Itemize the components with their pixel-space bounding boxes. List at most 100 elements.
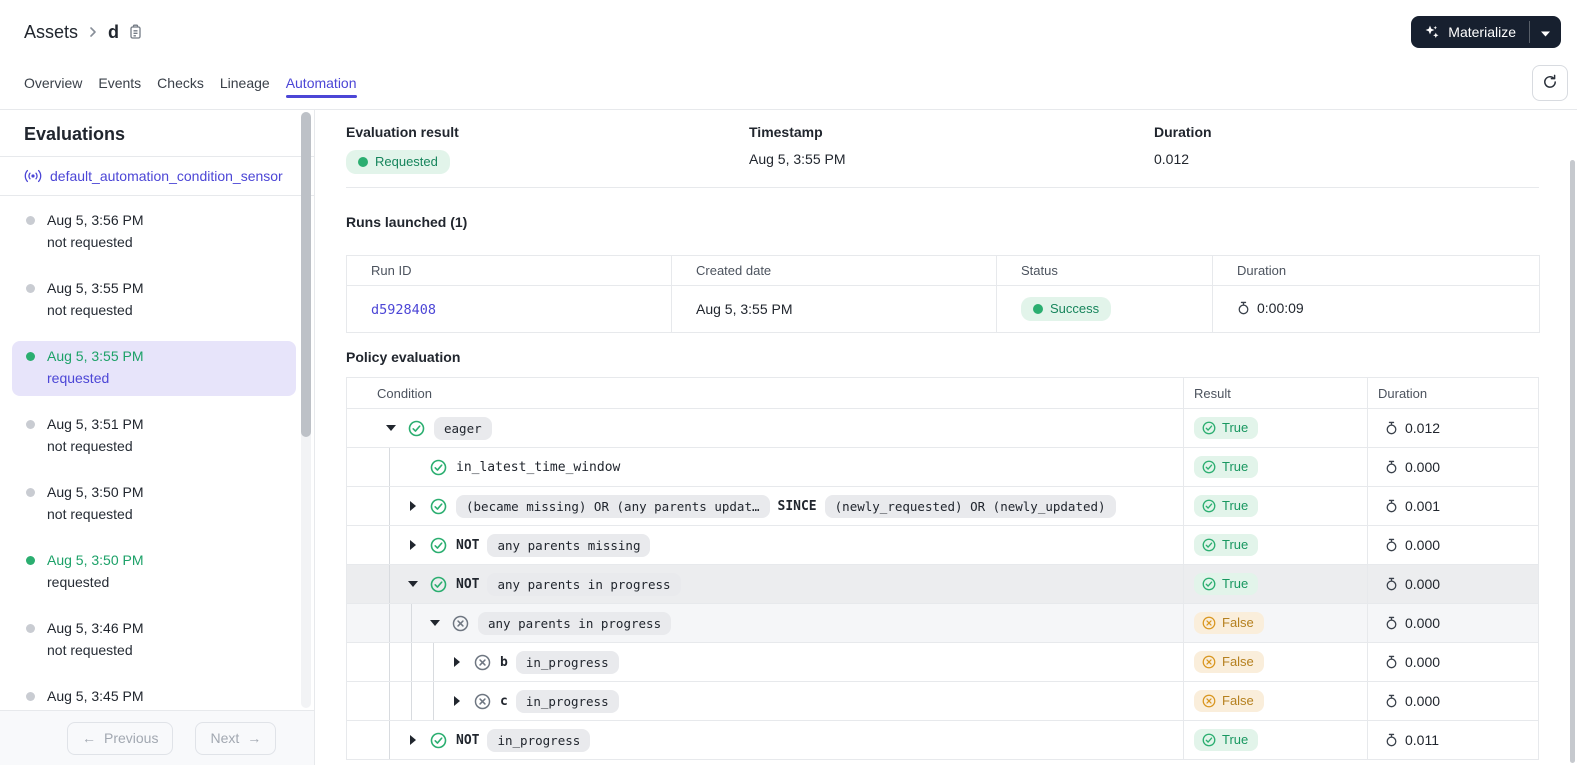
duration-value: 0.000 — [1405, 459, 1441, 475]
tab-bar: Overview Events Checks Lineage Automation — [0, 64, 1577, 110]
evaluation-status: not requested — [47, 234, 133, 250]
refresh-button[interactable] — [1532, 65, 1568, 101]
duration-value: 0.001 — [1405, 498, 1441, 514]
condition-operator: NOT — [456, 732, 480, 748]
caret-right-icon[interactable] — [407, 501, 418, 511]
evaluation-timestamp-row: Aug 5, 3:46 PM — [26, 619, 286, 638]
policy-condition-row[interactable]: (became missing) OR (any parents updat… S… — [347, 487, 1538, 526]
evaluation-timestamp: Aug 5, 3:51 PM — [47, 416, 144, 432]
evaluation-list-item[interactable]: Aug 5, 3:46 PM not requested — [12, 613, 296, 668]
stopwatch-icon — [1385, 421, 1398, 435]
evaluation-status: requested — [47, 370, 110, 386]
duration-value: 0.000 — [1405, 576, 1441, 592]
evaluation-timestamp: Aug 5, 3:46 PM — [47, 620, 144, 636]
result-badge: False — [1194, 651, 1264, 673]
tab-overview[interactable]: Overview — [24, 64, 82, 109]
caret-down-icon — [1541, 24, 1550, 40]
evaluation-list-item[interactable]: Aug 5, 3:55 PM not requested — [12, 273, 296, 328]
breadcrumb-assets-link[interactable]: Assets — [24, 22, 78, 43]
caret-right-icon[interactable] — [407, 540, 418, 550]
policy-condition-row[interactable]: NOT any parents missing True 0.000 — [347, 526, 1538, 565]
indent-guide-line — [411, 643, 412, 681]
check-circle-icon — [430, 537, 447, 554]
runs-table: Run ID Created date Status Duration d592… — [346, 255, 1540, 333]
caret-right-icon[interactable] — [407, 735, 418, 745]
sensor-link[interactable]: default_automation_condition_sensor — [50, 168, 283, 184]
indent-guide-line — [411, 604, 412, 642]
x-circle-icon — [1202, 694, 1216, 708]
result-label: Evaluation result — [346, 124, 459, 140]
evaluation-list-item[interactable]: Aug 5, 3:56 PM not requested — [12, 205, 296, 260]
section-divider — [346, 187, 1539, 188]
result-badge-label: False — [1222, 615, 1254, 630]
duration-cell: 0.000 — [1367, 526, 1538, 564]
stopwatch-icon — [1385, 538, 1398, 552]
check-circle-icon — [430, 498, 447, 515]
tab-automation[interactable]: Automation — [285, 64, 357, 109]
evaluation-list-item[interactable]: Aug 5, 3:45 PMnot requested — [12, 681, 296, 710]
check-circle-icon — [1202, 499, 1216, 513]
page-scrollbar-thumb[interactable] — [1570, 160, 1575, 763]
previous-button[interactable]: ← Previous — [67, 721, 174, 755]
sidebar-scrollbar-thumb[interactable] — [301, 112, 311, 437]
materialize-split-button: Materialize — [1411, 16, 1561, 48]
policy-condition-row[interactable]: any parents in progress False 0.000 — [347, 604, 1538, 643]
policy-condition-row[interactable]: eager True 0.012 — [347, 409, 1538, 448]
arrow-right-icon: → — [247, 730, 262, 746]
check-circle-icon — [430, 732, 447, 749]
policy-condition-row[interactable]: NOT any parents in progress True 0.000 — [347, 565, 1538, 604]
policy-condition-row[interactable]: in_latest_time_window True 0.000 — [347, 448, 1538, 487]
evaluation-list-item[interactable]: Aug 5, 3:50 PM requested — [12, 545, 296, 600]
evaluation-list-item[interactable]: Aug 5, 3:55 PM requested — [12, 341, 296, 396]
run-id-link[interactable]: d5928408 — [371, 302, 436, 318]
result-cell: True — [1183, 448, 1367, 486]
runs-launched-title: Runs launched (1) — [346, 214, 468, 230]
evaluation-timestamp-row: Aug 5, 3:56 PM — [26, 211, 286, 230]
evaluation-timestamp-row: Aug 5, 3:50 PM — [26, 551, 286, 570]
caret-right-icon[interactable] — [451, 696, 462, 706]
caret-right-icon[interactable] — [451, 657, 462, 667]
evaluation-list-item[interactable]: Aug 5, 3:51 PM not requested — [12, 409, 296, 464]
policy-condition-row[interactable]: c in_progress False 0.000 — [347, 682, 1538, 721]
policy-condition-row[interactable]: b in_progress False 0.000 — [347, 643, 1538, 682]
indent-guide-line — [389, 643, 390, 681]
caret-down-icon[interactable] — [385, 425, 396, 431]
evaluation-status-dot-icon — [26, 556, 35, 565]
duration-cell: 0.000 — [1367, 604, 1538, 642]
materialize-dropdown-button[interactable] — [1530, 16, 1561, 48]
refresh-icon — [1542, 74, 1558, 93]
app: Assets d Materialize Overview Events Che… — [0, 0, 1577, 765]
runs-col-duration: Duration — [1212, 255, 1540, 286]
evaluation-status-dot-icon — [26, 284, 35, 293]
evaluation-list-item[interactable]: Aug 5, 3:50 PM not requested — [12, 477, 296, 532]
top-header: Assets d Materialize — [0, 0, 1577, 64]
tab-lineage[interactable]: Lineage — [220, 64, 270, 109]
evaluation-status: not requested — [47, 642, 133, 658]
indent-guide-line — [389, 448, 390, 486]
tab-events[interactable]: Events — [98, 64, 141, 109]
next-button[interactable]: Next → — [195, 721, 277, 755]
x-circle-icon — [474, 654, 491, 671]
x-circle-icon — [474, 693, 491, 710]
requested-badge: Requested — [346, 150, 450, 174]
main-panel: Evaluation result Requested Timestamp Au… — [315, 110, 1577, 765]
evaluation-timestamp: Aug 5, 3:55 PM — [47, 280, 144, 296]
result-badge: False — [1194, 690, 1264, 712]
condition-label: NOT any parents missing — [456, 533, 651, 557]
result-badge: True — [1194, 729, 1259, 751]
evaluation-timestamp: Aug 5, 3:56 PM — [47, 212, 144, 228]
x-circle-icon — [1202, 616, 1216, 630]
caret-down-icon[interactable] — [407, 581, 418, 587]
duration-value: 0.012 — [1405, 420, 1441, 436]
materialize-button[interactable]: Materialize — [1411, 16, 1529, 48]
caret-down-icon[interactable] — [429, 620, 440, 626]
policy-col-duration: Duration — [1367, 378, 1538, 408]
summary-duration-column: Duration 0.012 — [1154, 124, 1212, 174]
run-created-cell: Aug 5, 3:55 PM — [671, 285, 997, 333]
tab-checks[interactable]: Checks — [157, 64, 204, 109]
policy-table-header: Condition Result Duration — [347, 378, 1538, 409]
result-cell: True — [1183, 721, 1367, 759]
policy-condition-row[interactable]: NOT in_progress True 0.011 — [347, 721, 1538, 760]
copy-icon[interactable] — [128, 24, 143, 40]
evaluation-list: Aug 5, 3:56 PM not requested Aug 5, 3:55 P… — [0, 196, 314, 710]
